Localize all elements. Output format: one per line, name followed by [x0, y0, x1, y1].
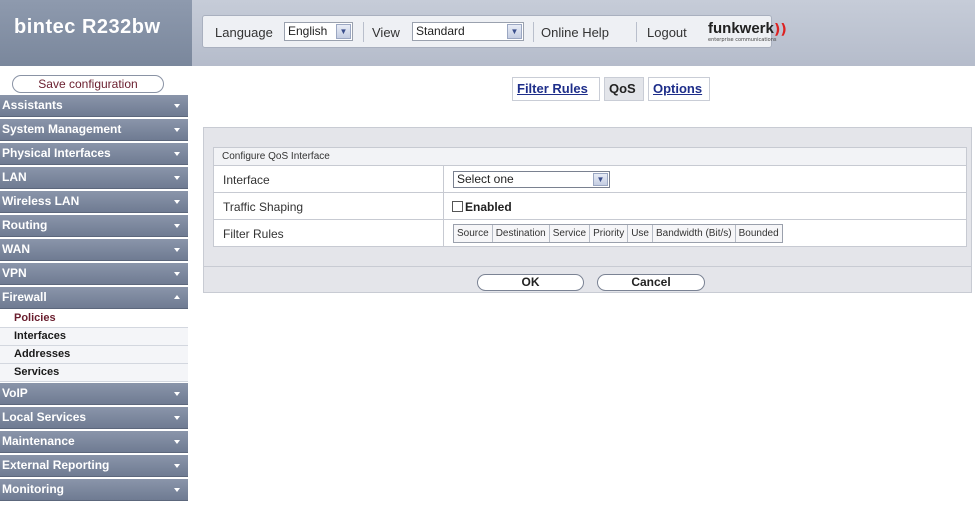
column-header-use[interactable]: Use	[628, 225, 653, 242]
column-header-bounded[interactable]: Bounded	[736, 225, 782, 242]
traffic-shaping-label: Traffic Shaping	[223, 200, 304, 214]
menu-lan[interactable]: LAN	[0, 167, 188, 189]
filter-rules-row: Filter Rules Source Destination Service …	[213, 220, 967, 247]
chevron-down-icon	[174, 152, 180, 156]
funkwerk-logo: funkwerk )) enterprise communications	[708, 20, 787, 43]
chevron-down-icon	[174, 248, 180, 252]
menu-vpn[interactable]: VPN	[0, 263, 188, 285]
traffic-shaping-row: Traffic Shaping Enabled	[213, 193, 967, 220]
view-value: Standard	[416, 24, 465, 38]
chevron-down-icon	[174, 416, 180, 420]
submenu-interfaces[interactable]: Interfaces	[0, 328, 188, 346]
menu-monitoring[interactable]: Monitoring	[0, 479, 188, 501]
value-cell	[443, 193, 444, 219]
device-title: bintec R232bw	[14, 16, 161, 38]
divider	[363, 22, 364, 42]
menu-label: WAN	[2, 242, 30, 256]
top-toolbar: Language English ▼ View Standard ▼ Onlin…	[202, 15, 787, 48]
menu-label: Maintenance	[2, 434, 75, 448]
tab-options[interactable]: Options	[648, 77, 710, 101]
menu-wireless-lan[interactable]: Wireless LAN	[0, 191, 188, 213]
submenu-addresses[interactable]: Addresses	[0, 346, 188, 364]
menu-label: Firewall	[2, 290, 47, 304]
cancel-button[interactable]: Cancel	[597, 274, 705, 291]
menu-label: Assistants	[2, 98, 63, 112]
submenu-policies[interactable]: Policies	[0, 310, 188, 328]
column-header-source[interactable]: Source	[454, 225, 493, 242]
chevron-down-icon	[174, 464, 180, 468]
interface-label: Interface	[223, 173, 270, 187]
menu-maintenance[interactable]: Maintenance	[0, 431, 188, 453]
interface-select[interactable]: Select one ▼	[453, 171, 610, 188]
logo-word: funkwerk	[708, 20, 774, 37]
submenu-services[interactable]: Services	[0, 364, 188, 382]
online-help-link[interactable]: Online Help	[541, 25, 609, 40]
divider	[204, 266, 971, 267]
value-cell	[443, 166, 444, 192]
chevron-down-icon	[174, 176, 180, 180]
divider	[533, 22, 534, 42]
chevron-down-icon	[174, 128, 180, 132]
logo-wave-icon: ))	[774, 22, 787, 38]
menu-label: System Management	[2, 122, 122, 136]
menu-label: Local Services	[2, 410, 87, 424]
filter-rules-table-header: Source Destination Service Priority Use …	[453, 224, 783, 243]
logout-link[interactable]: Logout	[647, 25, 687, 40]
value-cell	[443, 220, 444, 246]
menu-label: Monitoring	[2, 482, 64, 496]
chevron-down-icon	[174, 392, 180, 396]
menu-label: Physical Interfaces	[2, 146, 111, 160]
menu-firewall[interactable]: Firewall	[0, 287, 188, 309]
save-configuration-button[interactable]: Save configuration	[12, 75, 164, 93]
chevron-down-icon	[174, 272, 180, 276]
menu-label: Wireless LAN	[2, 194, 80, 208]
column-header-bandwidth[interactable]: Bandwidth (Bit/s)	[653, 225, 736, 242]
interface-row: Interface Select one ▼	[213, 166, 967, 193]
menu-system-management[interactable]: System Management	[0, 119, 188, 141]
chevron-down-icon: ▼	[336, 24, 351, 39]
chevron-down-icon	[174, 224, 180, 228]
divider	[636, 22, 637, 42]
menu-wan[interactable]: WAN	[0, 239, 188, 261]
language-value: English	[288, 24, 328, 38]
menu-label: External Reporting	[2, 458, 110, 472]
menu-local-services[interactable]: Local Services	[0, 407, 188, 429]
sidebar: Save configuration Assistants System Man…	[0, 66, 192, 505]
menu-routing[interactable]: Routing	[0, 215, 188, 237]
menu-label: Routing	[2, 218, 48, 232]
filter-rules-label: Filter Rules	[223, 227, 284, 241]
chevron-down-icon: ▼	[507, 24, 522, 39]
ok-button[interactable]: OK	[477, 274, 584, 291]
column-header-priority[interactable]: Priority	[590, 225, 629, 242]
brand-area: bintec R232bw	[0, 0, 192, 66]
view-select[interactable]: Standard ▼	[412, 22, 524, 41]
traffic-shaping-checkbox[interactable]	[452, 201, 463, 212]
menu-label: VPN	[2, 266, 27, 280]
chevron-down-icon	[174, 488, 180, 492]
tab-qos[interactable]: QoS	[604, 77, 644, 101]
language-select[interactable]: English ▼	[284, 22, 353, 41]
logo-tagline: enterprise communications	[708, 37, 777, 43]
view-label: View	[372, 25, 400, 40]
chevron-down-icon	[174, 440, 180, 444]
menu-external-reporting[interactable]: External Reporting	[0, 455, 188, 477]
section-header: Configure QoS Interface	[213, 147, 967, 166]
interface-select-value: Select one	[457, 172, 514, 186]
menu-physical-interfaces[interactable]: Physical Interfaces	[0, 143, 188, 165]
traffic-shaping-enabled-label: Enabled	[465, 200, 512, 214]
menu-label: LAN	[2, 170, 27, 184]
menu-label: VoIP	[2, 386, 28, 400]
chevron-down-icon	[174, 104, 180, 108]
chevron-up-icon	[174, 295, 180, 299]
column-header-destination[interactable]: Destination	[493, 225, 550, 242]
qos-form-panel: Configure QoS Interface Interface Select…	[203, 127, 972, 293]
menu-assistants[interactable]: Assistants	[0, 95, 188, 117]
header: bintec R232bw Language English ▼ View St…	[0, 0, 975, 66]
chevron-down-icon: ▼	[593, 173, 608, 186]
tab-filter-rules[interactable]: Filter Rules	[512, 77, 600, 101]
menu-voip[interactable]: VoIP	[0, 383, 188, 405]
column-header-service[interactable]: Service	[550, 225, 591, 242]
language-label: Language	[215, 25, 273, 40]
chevron-down-icon	[174, 200, 180, 204]
